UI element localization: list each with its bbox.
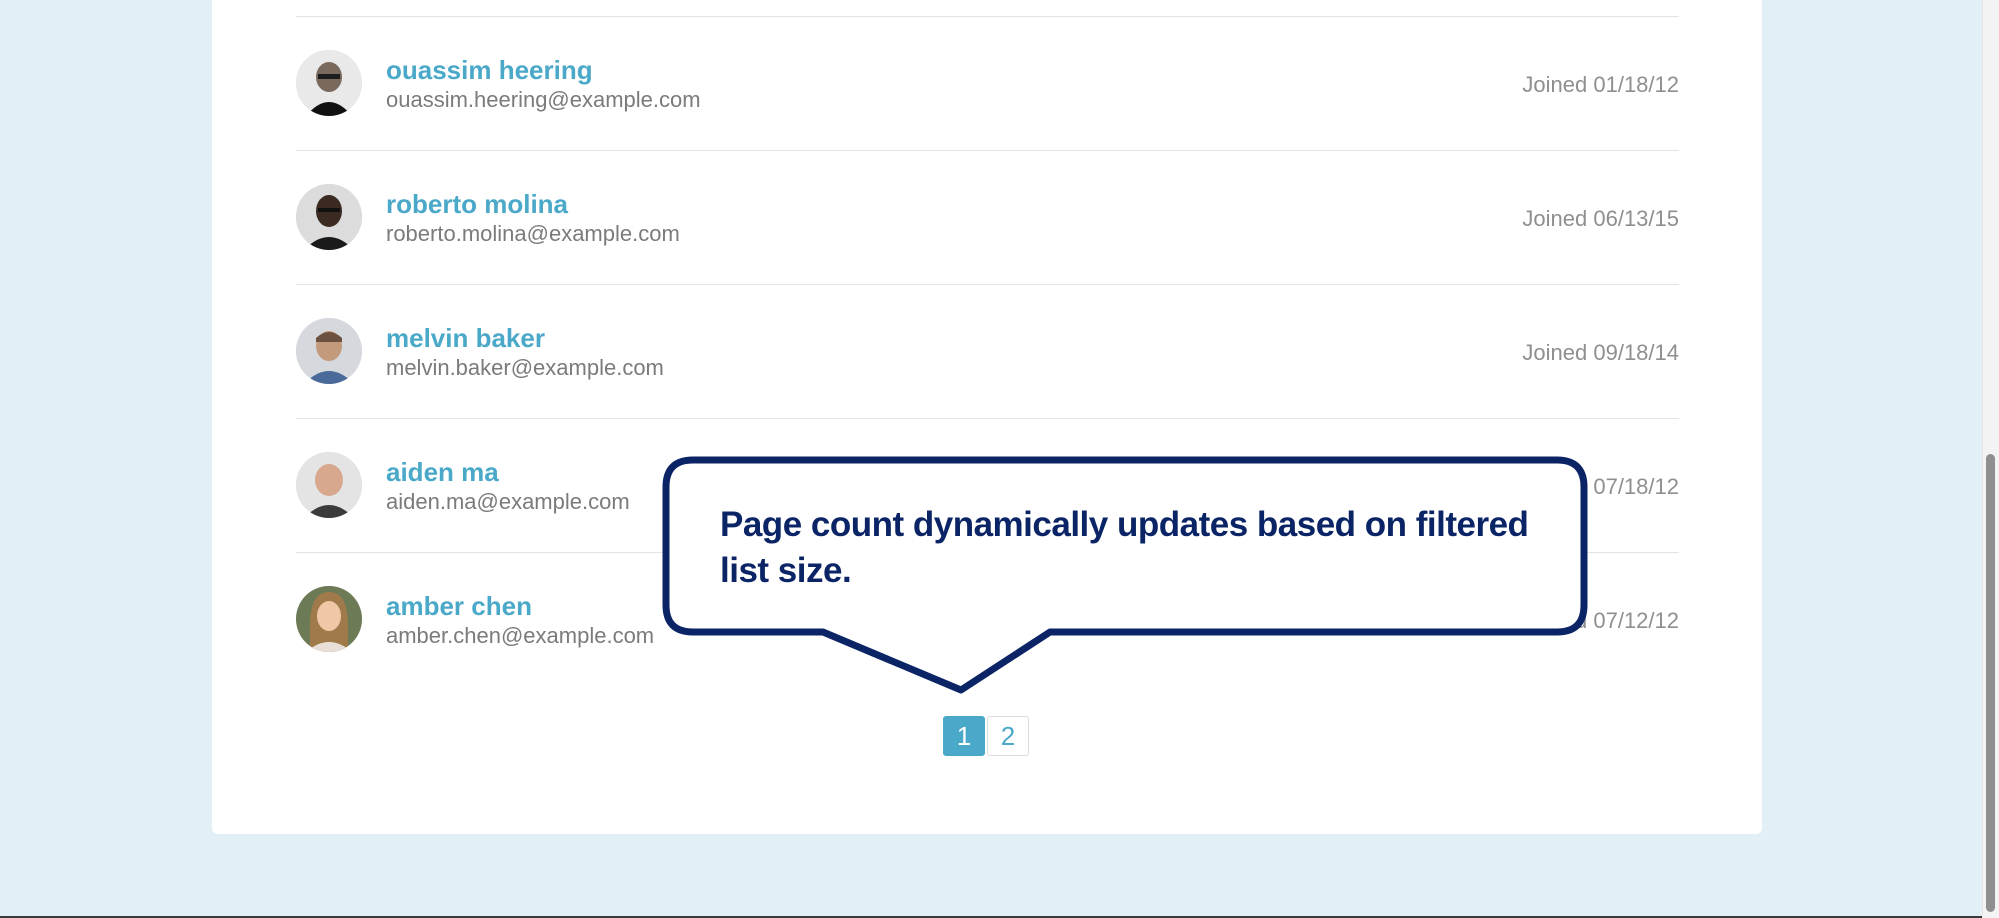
user-name-link[interactable]: roberto molina <box>386 189 568 220</box>
user-row: ouassim heering ouassim.heering@example.… <box>296 17 1679 151</box>
pagination: 1 2 <box>943 716 1029 756</box>
joined-date: Joined 07/18/12 <box>1522 474 1679 499</box>
user-email: melvin.baker@example.com <box>386 355 664 380</box>
user-row: roberto molina roberto.molina@example.co… <box>296 151 1679 285</box>
user-name-link[interactable]: aiden ma <box>386 457 499 488</box>
callout-text: Page count dynamically updates based on … <box>720 505 1529 590</box>
avatar[interactable] <box>296 184 362 250</box>
avatar[interactable] <box>296 50 362 116</box>
user-name-link[interactable]: amber chen <box>386 591 532 622</box>
scrollbar-thumb[interactable] <box>1986 454 1995 912</box>
user-email: ouassim.heering@example.com <box>386 87 701 112</box>
user-photo-icon <box>296 318 362 384</box>
user-photo-icon <box>296 184 362 250</box>
user-photo-icon <box>296 452 362 518</box>
avatar[interactable] <box>296 318 362 384</box>
avatar[interactable] <box>296 452 362 518</box>
avatar[interactable] <box>296 586 362 652</box>
user-email: aiden.ma@example.com <box>386 489 630 514</box>
page-button-1[interactable]: 1 <box>943 716 985 756</box>
joined-date: Joined 06/13/15 <box>1522 206 1679 231</box>
user-email: amber.chen@example.com <box>386 623 655 648</box>
user-photo-icon <box>296 50 362 116</box>
page: ouassim heering ouassim.heering@example.… <box>0 0 1999 918</box>
page-button-2[interactable]: 2 <box>987 716 1029 756</box>
joined-date: Joined 07/12/12 <box>1522 608 1679 633</box>
user-name-link[interactable]: ouassim heering <box>386 55 593 86</box>
user-photo-icon <box>296 586 362 652</box>
joined-date: Joined 09/18/14 <box>1522 340 1679 365</box>
joined-date: Joined 01/18/12 <box>1522 72 1679 97</box>
user-email: roberto.molina@example.com <box>386 221 680 246</box>
user-row: melvin baker melvin.baker@example.com Jo… <box>296 285 1679 419</box>
user-name-link[interactable]: melvin baker <box>386 323 545 354</box>
